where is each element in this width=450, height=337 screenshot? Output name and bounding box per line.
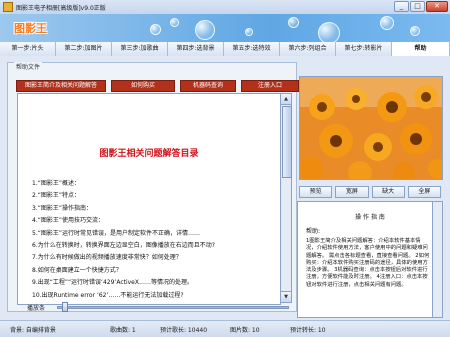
how-to-buy-button[interactable]: 如何购买 [111,80,175,92]
app-banner: 图影王 [0,14,450,42]
help-panel: 帮助文件 图影王简介及相关问题解答 如何购买 机器码查询 注册入口 图影王相关问… [7,62,299,312]
faq-item[interactable]: 4.“图影王”使用技巧交流： [32,215,272,227]
document-title: 图影王相关问题解答目录 [99,149,199,159]
scrollbar-thumb[interactable] [282,106,292,178]
faq-item[interactable]: 5.“图影王”运行时常见错误，是用户制定软件不正确，详情…… [32,228,272,240]
app-icon [3,2,13,12]
status-song-length: 预计歌长: 10440 [160,327,208,334]
help-document[interactable]: 图影王相关问题解答目录 1.“图影王”概述： 2.“图影王”特点： 3.“图影王… [17,93,281,305]
bubble-decoration [150,24,161,35]
preview-image [299,76,443,180]
tab-step-3[interactable]: 第三步:加歌曲 [112,42,168,56]
tab-help[interactable]: 帮助 [392,42,450,56]
bubble-decoration [380,16,394,30]
tab-step-4[interactable]: 第四步:选背景 [168,42,224,56]
intro-faq-button[interactable]: 图影王简介及相关问题解答 [16,80,106,92]
window-title: 图影王电子相册[高级版]v9.0正版 [16,4,106,12]
scroll-up-icon[interactable]: ▲ [281,94,291,105]
faq-item[interactable]: 2.“图影王”特点： [32,190,272,202]
register-entry-button[interactable]: 注册入口 [241,80,299,92]
faq-item[interactable]: 1.“图影王”概述： [32,178,272,190]
preview-button[interactable]: 预览 [299,186,333,198]
tab-step-6[interactable]: 第六步:列组合 [280,42,336,56]
faq-list: 1.“图影王”概述： 2.“图影王”特点： 3.“图影王”操作指南： 4.“图影… [32,178,272,302]
bubble-decoration [288,17,299,28]
playback-knob[interactable] [62,302,68,312]
faq-item[interactable]: 9.出现“工程”“运行时错误‘429’ActiveX……等情况的处理。 [32,277,272,289]
bubble-decoration [170,18,179,27]
status-bar: 背景: 自编排背景 歌曲数: 1 预计歌长: 10440 图片数: 10 预计转… [0,320,450,337]
widescreen-button[interactable]: 宽屏 [335,186,369,198]
playback-bar: 播放条 [7,301,295,313]
fullscreen-button[interactable]: 全屏 [407,186,441,198]
faq-item[interactable]: 3.“图影王”操作指南： [32,203,272,215]
faq-item[interactable]: 8.如何在桌面建立一个快捷方式？ [32,265,272,277]
faq-item[interactable]: 7.为什么有时候做出的视频播放速度非常快？如何处理？ [32,252,272,264]
preview-controls: 预览 宽屏 缺大 全屏 [299,186,441,198]
status-background: 背景: 自编排背景 [10,327,56,334]
bubble-decoration [245,28,253,36]
close-button[interactable]: ✕ [426,1,448,12]
maximize-button[interactable]: □ [410,1,425,12]
machine-code-button[interactable]: 机器码查询 [180,80,236,92]
tab-step-1[interactable]: 第一步:片头 [0,42,56,56]
bubble-decoration [410,26,420,36]
help-panel-legend: 帮助文件 [14,62,43,71]
help-button-row: 图影王简介及相关问题解答 如何购买 机器码查询 注册入口 [16,80,299,92]
app-logo: 图影王 [14,22,47,35]
playback-track[interactable] [57,306,289,309]
minimize-button[interactable]: _ [394,1,409,12]
bubble-decoration [195,20,215,40]
operation-guide: 操 作 指 南 帮助: 1图影王简介及相关问题解答：介绍本软件基本情况，介绍软件… [297,201,443,318]
bubble-decoration [318,22,340,42]
tab-step-5[interactable]: 第五步:选特效 [224,42,280,56]
tab-step-7[interactable]: 第七步:转影片 [336,42,392,56]
flower-picture [300,77,442,179]
status-song-count: 歌曲数: 1 [110,327,136,334]
step-tabs: 第一步:片头 第二步:加图片 第三步:加歌曲 第四步:选背景 第五步:选特效 第… [0,42,450,57]
guide-title: 操 作 指 南 [355,214,385,221]
guide-text: 1图影王简介及相关问题解答：介绍本软件基本情况，介绍软件使用方法，客户使用中的问… [306,238,430,288]
window-controls: _ □ ✕ [394,1,448,12]
document-scrollbar[interactable]: ▲ ▼ [280,93,292,303]
window-titlebar: 图影王电子相册[高级版]v9.0正版 _ □ ✕ [0,0,450,14]
guide-label: 帮助: [306,228,321,235]
status-estimated-length: 预计转长: 10 [290,327,326,334]
guide-scrollbar[interactable] [432,202,442,317]
tab-step-2[interactable]: 第二步:加图片 [56,42,112,56]
faq-item[interactable]: 6.为什么在转换时，转换界面左边显空白，图像播放在右边而且不动? [32,240,272,252]
playback-label: 播放条 [27,305,46,312]
zoom-button[interactable]: 缺大 [371,186,405,198]
status-picture-count: 图片数: 10 [230,327,260,334]
